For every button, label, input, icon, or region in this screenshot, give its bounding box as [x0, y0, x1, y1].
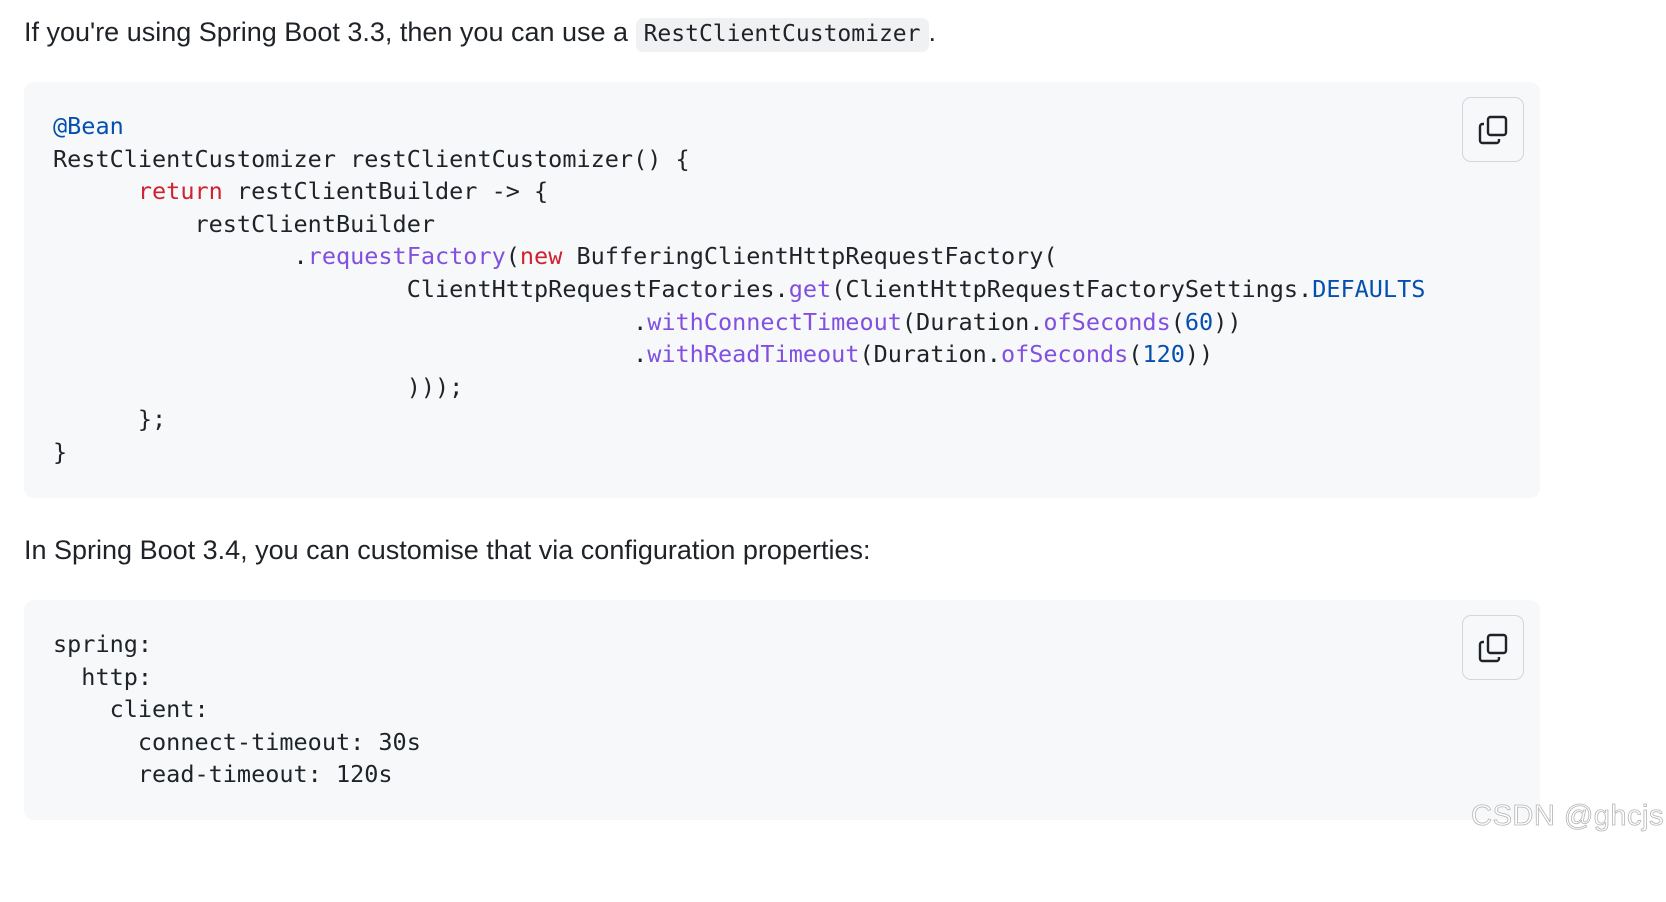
code-token: };: [53, 405, 167, 434]
code-line: return restClientBuilder -> {: [53, 177, 548, 205]
paragraph-spring-boot-33: If you're using Spring Boot 3.3, then yo…: [24, 14, 936, 52]
code-token: (ClientHttpRequestFactorySettings.: [831, 274, 1313, 303]
paragraph-spring-boot-34: In Spring Boot 3.4, you can customise th…: [24, 535, 871, 565]
copy-button[interactable]: [1462, 97, 1524, 162]
code-line: ClientHttpRequestFactories.get(ClientHtt…: [53, 274, 1426, 303]
code-token: BufferingClientHttpRequestFactory(: [562, 242, 1058, 271]
code-token: (Duration.: [901, 307, 1044, 336]
code-token-num: 60: [1184, 307, 1214, 336]
code-token: spring:: [53, 630, 153, 658]
copy-icon: [1478, 115, 1508, 144]
code-content: spring: http: client: connect-timeout: 3…: [53, 628, 421, 791]
code-token: }: [53, 437, 68, 466]
code-line: http:: [53, 663, 152, 691]
code-token-num: 120: [1142, 340, 1185, 369]
code-token: ClientHttpRequestFactories.: [53, 274, 789, 303]
code-line: .withConnectTimeout(Duration.ofSeconds(6…: [53, 308, 1241, 336]
code-token: restClientBuilder -> {: [222, 177, 549, 206]
code-token: )): [1213, 307, 1242, 336]
code-token-kw: new: [519, 242, 563, 271]
code-line: spring:: [53, 630, 152, 658]
code-line: RestClientCustomizer restClientCustomize…: [53, 145, 690, 173]
code-line: .withReadTimeout(Duration.ofSeconds(120)…: [53, 340, 1213, 368]
code-token-kw: return: [137, 177, 223, 206]
code-token: .: [53, 242, 308, 271]
code-token: read-timeout: 120s: [53, 760, 393, 789]
code-token-const: DEFAULTS: [1312, 274, 1426, 303]
code-token: (: [505, 242, 520, 271]
code-line: read-timeout: 120s: [53, 760, 393, 788]
code-token: (: [1128, 340, 1143, 369]
code-line: };: [53, 405, 166, 433]
code-token: )));: [53, 372, 464, 401]
code-token: )): [1184, 340, 1214, 369]
code-token-fn: withConnectTimeout: [647, 307, 902, 336]
paragraph-suffix: .: [928, 17, 937, 47]
code-line: .requestFactory(new BufferingClientHttpR…: [53, 242, 1058, 270]
code-token: client:: [53, 695, 209, 724]
code-line: connect-timeout: 30s: [53, 728, 421, 756]
code-token: (Duration.: [859, 340, 1001, 369]
code-content: @Bean RestClientCustomizer restClientCus…: [53, 110, 1425, 469]
copy-button[interactable]: [1462, 615, 1524, 680]
code-line: client:: [53, 695, 209, 723]
code-token-fn: withReadTimeout: [647, 340, 860, 369]
code-token-fn: get: [788, 274, 832, 303]
code-line: @Bean: [53, 112, 124, 140]
code-token: RestClientCustomizer restClientCustomize…: [53, 144, 690, 173]
code-token: http:: [53, 662, 153, 691]
paragraph-text: If you're using Spring Boot 3.3, then yo…: [24, 17, 636, 47]
code-token-ann: @Bean: [53, 112, 124, 140]
code-block-yaml: spring: http: client: connect-timeout: 3…: [24, 600, 1540, 820]
code-token-fn: requestFactory: [307, 242, 506, 271]
copy-icon: [1478, 633, 1508, 662]
inline-code-rest-client-customizer: RestClientCustomizer: [635, 18, 929, 52]
code-block-java: @Bean RestClientCustomizer restClientCus…: [24, 82, 1540, 498]
code-line: restClientBuilder: [53, 210, 435, 238]
watermark: CSDN @ghcjs: [1471, 800, 1664, 833]
code-token: (: [1170, 307, 1185, 336]
code-line: }: [53, 438, 67, 466]
code-token: .: [53, 307, 648, 336]
code-token: .: [53, 340, 648, 369]
code-line: )));: [53, 372, 464, 401]
code-token-fn: ofSeconds: [1043, 307, 1171, 336]
code-token-fn: ofSeconds: [1000, 340, 1129, 369]
code-token: connect-timeout: 30s: [53, 727, 421, 756]
code-token: restClientBuilder: [53, 209, 436, 238]
